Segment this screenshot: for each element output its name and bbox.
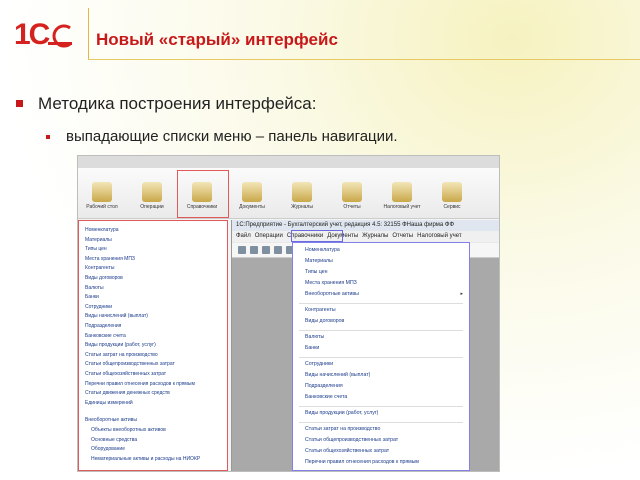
navigation-panel: Номенклатура Материалы Типы цен Места хране…	[78, 220, 228, 471]
menubar-item[interactable]: Отчеты	[392, 233, 413, 239]
submenu-arrow-icon: ▸	[460, 291, 463, 297]
dropdown-item[interactable]: Виды продукции (работ, услуг)	[305, 410, 378, 416]
toolbar-label: Отчеты	[343, 204, 361, 210]
nav-item[interactable]: Виды продукции (работ, услуг)	[85, 342, 156, 348]
logo-mark-icon	[48, 24, 72, 48]
header-rule	[88, 59, 640, 60]
nav-item[interactable]: Валюты	[85, 285, 104, 291]
nav-item[interactable]: Объекты внеоборотных активов	[91, 427, 166, 433]
dropdown-item[interactable]: Валюты	[305, 334, 324, 340]
toolbar-icon	[442, 182, 462, 202]
nav-item[interactable]: Банковские счета	[85, 333, 126, 339]
nav-item[interactable]: Подразделения	[85, 323, 121, 329]
toolbar-button[interactable]: Рабочий стол	[82, 182, 122, 210]
dropdown-item[interactable]: Сотрудники	[305, 361, 333, 367]
nav-item[interactable]: Места хранения МПЗ	[85, 256, 135, 262]
nav-item[interactable]: Номенклатура	[85, 227, 119, 233]
nav-item[interactable]: Внеоборотные активы	[85, 417, 137, 423]
slide-title: Новый «старый» интерфейс	[96, 30, 338, 49]
nav-item[interactable]: Основные средства	[91, 437, 137, 443]
nav-item[interactable]: Типы цен	[85, 246, 107, 252]
dropdown-item[interactable]: Места хранения МПЗ	[305, 280, 357, 286]
toolbar-label: Сервис	[443, 204, 461, 210]
tool-icon[interactable]	[274, 246, 282, 254]
tool-icon[interactable]	[238, 246, 246, 254]
nav-item[interactable]: Перечни правил отнесения расходов к прям…	[85, 381, 195, 387]
dropdown-item[interactable]: Статьи общепроизводственных затрат	[305, 437, 398, 443]
dropdown-item[interactable]: Материалы	[305, 258, 333, 264]
dropdown-item[interactable]: Банки	[305, 345, 319, 351]
menubar-item[interactable]: Операции	[255, 233, 283, 239]
nav-item[interactable]: Единицы измерений	[85, 400, 133, 406]
toolbar-button[interactable]: Документы	[232, 182, 272, 210]
nav-item[interactable]: Виды договоров	[85, 275, 123, 281]
app-screenshot: Рабочий стол Операции Справочники Документы…	[77, 155, 500, 472]
nav-item[interactable]: Оборудование	[91, 446, 125, 452]
app-window-2: 1С:Предприятие - Бухгалтерский учет, ред…	[231, 220, 499, 471]
menu-separator	[299, 406, 463, 407]
toolbar-label: Документы	[239, 204, 265, 210]
dropdown-item[interactable]: Перечни правил отнесения расходов к прям…	[305, 459, 419, 465]
bullet-text-1: Методика построения интерфейса:	[38, 94, 317, 113]
toolbar-icon	[142, 182, 162, 202]
bullet-marker	[16, 100, 23, 107]
nav-item[interactable]: Сотрудники	[85, 304, 112, 310]
dropdown-item[interactable]: Виды начислений (выплат)	[305, 372, 370, 378]
dropdown-item[interactable]: Типы цен	[305, 269, 327, 275]
app-titlebar	[78, 156, 499, 168]
nav-item[interactable]: Статьи движения денежных средств	[85, 390, 170, 396]
sub-bullet-marker	[46, 135, 50, 139]
header-divider	[88, 8, 89, 60]
menu-separator	[299, 357, 463, 358]
nav-item[interactable]: Банки	[85, 294, 99, 300]
toolbar-button[interactable]: Операции	[132, 182, 172, 210]
toolbar-button[interactable]: Журналы	[282, 182, 322, 210]
toolbar-button[interactable]: Сервис	[432, 182, 472, 210]
toolbar-label: Журналы	[291, 204, 313, 210]
highlight-reference-button	[177, 170, 229, 218]
nav-item[interactable]: Статьи общепроизводственных затрат	[85, 361, 175, 367]
dropdown-item[interactable]: Банковские счета	[305, 394, 347, 400]
window2-title: 1С:Предприятие - Бухгалтерский учет, ред…	[232, 220, 499, 231]
bullet-text-2: выпадающие списки меню – панель навигаци…	[66, 128, 398, 145]
tool-icon[interactable]	[250, 246, 258, 254]
menu-separator	[299, 330, 463, 331]
dropdown-item[interactable]: Виды договоров	[305, 318, 344, 324]
toolbar-button[interactable]: Отчеты	[332, 182, 372, 210]
dropdown-item[interactable]: Контрагенты	[305, 307, 336, 313]
toolbar-label: Операции	[140, 204, 164, 210]
menubar-item[interactable]: Налоговый учет	[417, 233, 462, 239]
toolbar-label: Рабочий стол	[86, 204, 118, 210]
dropdown-item[interactable]: Статьи общехозяйственных затрат	[305, 448, 389, 454]
menubar-item[interactable]: Файл	[236, 233, 251, 239]
nav-item[interactable]: Материалы	[85, 237, 112, 243]
dropdown-item[interactable]: Внеоборотные активы	[305, 291, 359, 297]
app-toolbar: Рабочий стол Операции Справочники Документы…	[78, 168, 499, 219]
dropdown-item[interactable]: Номенклатура	[305, 247, 340, 253]
tool-icon[interactable]	[262, 246, 270, 254]
dropdown-item[interactable]: Статьи затрат на производство	[305, 426, 380, 432]
toolbar-icon	[392, 182, 412, 202]
menubar-item[interactable]: Журналы	[362, 233, 388, 239]
nav-item[interactable]: Статьи затрат на производство	[85, 352, 158, 358]
highlight-menu-item	[291, 230, 343, 242]
menu-separator	[299, 303, 463, 304]
nav-item[interactable]: Контрагенты	[85, 265, 114, 271]
dropdown-menu: Номенклатура Материалы Типы цен Места хране…	[292, 242, 470, 471]
toolbar-icon	[242, 182, 262, 202]
toolbar-label: Налоговый учет	[383, 204, 421, 210]
nav-item[interactable]: Статьи общехозяйственных затрат	[85, 371, 166, 377]
dropdown-item[interactable]: Подразделения	[305, 383, 343, 389]
logo-1c: 1С	[14, 18, 76, 52]
toolbar-icon	[292, 182, 312, 202]
toolbar-icon	[92, 182, 112, 202]
toolbar-icon	[342, 182, 362, 202]
window2-menubar: Файл Операции Справочники Документы Журналы О…	[232, 231, 499, 242]
nav-item[interactable]: Виды начислений (выплат)	[85, 313, 148, 319]
toolbar-button[interactable]: Налоговый учет	[382, 182, 422, 210]
nav-item[interactable]: Нематериальные активы и расходы на НИОКР	[91, 456, 200, 462]
menu-separator	[299, 422, 463, 423]
